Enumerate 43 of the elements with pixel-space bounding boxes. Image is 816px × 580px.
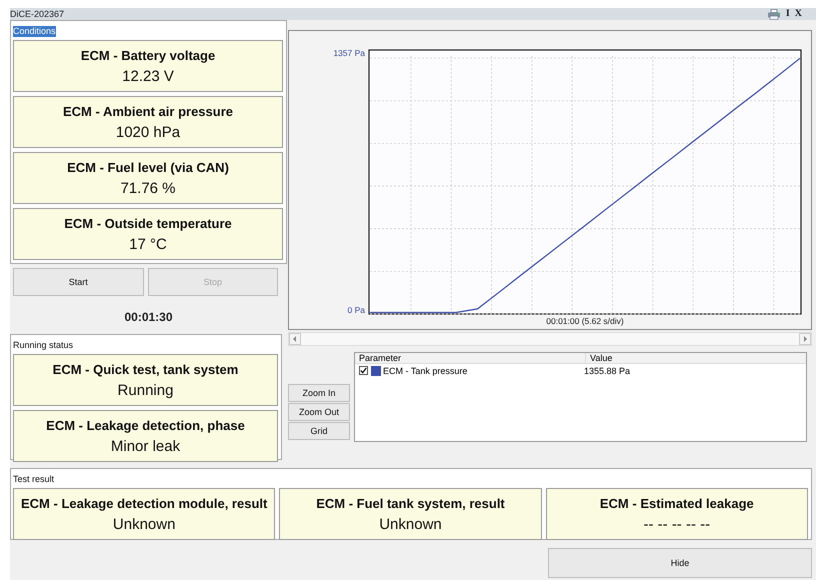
- card-value: 1020 hPa: [116, 124, 180, 140]
- card-title: ECM - Quick test, tank system: [52, 362, 238, 376]
- printer-icon[interactable]: [766, 8, 781, 20]
- card-value: Unknown: [112, 516, 176, 532]
- table-cell-text: ECM - Tank pressure: [383, 366, 468, 376]
- elapsed-timer: 00:01:30: [123, 310, 174, 324]
- group-label: Test result: [13, 474, 54, 485]
- card-value: 17 °C: [129, 236, 167, 252]
- y-tick-label: 0 Pa: [348, 305, 365, 315]
- column-header[interactable]: Value: [586, 353, 612, 363]
- title-bar-button[interactable]: X: [794, 9, 802, 19]
- group-label: Conditions: [13, 26, 56, 37]
- card-value: -- -- -- -- --: [644, 516, 710, 532]
- card-value: 71.76 %: [120, 180, 176, 196]
- scroll-button[interactable]: [799, 333, 811, 345]
- card-value: Minor leak: [110, 438, 180, 454]
- scroll-button[interactable]: [289, 333, 301, 345]
- hide-button[interactable]: Hide: [548, 548, 812, 578]
- card-title: ECM - Fuel level (via CAN): [67, 160, 229, 174]
- card-value: 12.23 V: [122, 68, 174, 84]
- card-value: Unknown: [379, 516, 442, 532]
- right-arrow-icon: [802, 336, 808, 342]
- left-arrow-icon: [292, 336, 298, 342]
- card-title: ECM - Estimated leakage: [600, 496, 754, 510]
- card-title: ECM - Ambient air pressure: [62, 104, 233, 118]
- card-title: ECM - Outside temperature: [64, 216, 232, 230]
- card-title: ECM - Leakage detection, phase: [46, 418, 245, 432]
- checkbox[interactable]: [359, 366, 368, 375]
- column-header[interactable]: Parameter: [355, 353, 586, 363]
- card-title: ECM - Leakage detection module, result: [21, 496, 268, 510]
- title-bar-button[interactable]: I: [786, 9, 790, 19]
- card-title: ECM - Fuel tank system, result: [316, 496, 505, 510]
- zoom-button[interactable]: Grid: [288, 422, 350, 440]
- zoom-button[interactable]: Zoom In: [288, 384, 350, 402]
- table-cell: 1355.88 Pa: [584, 366, 630, 376]
- control-button[interactable]: Start: [13, 268, 144, 296]
- group-label: Running status: [13, 340, 74, 351]
- x-axis-label: 00:01:00 (5.62 s/div): [546, 316, 624, 326]
- card-title: ECM - Battery voltage: [80, 48, 216, 62]
- y-tick-label: 1357 Pa: [333, 48, 365, 58]
- window-title: DiCE-202367: [10, 9, 64, 19]
- card-value: Running: [118, 382, 174, 398]
- zoom-button[interactable]: Zoom Out: [288, 403, 350, 421]
